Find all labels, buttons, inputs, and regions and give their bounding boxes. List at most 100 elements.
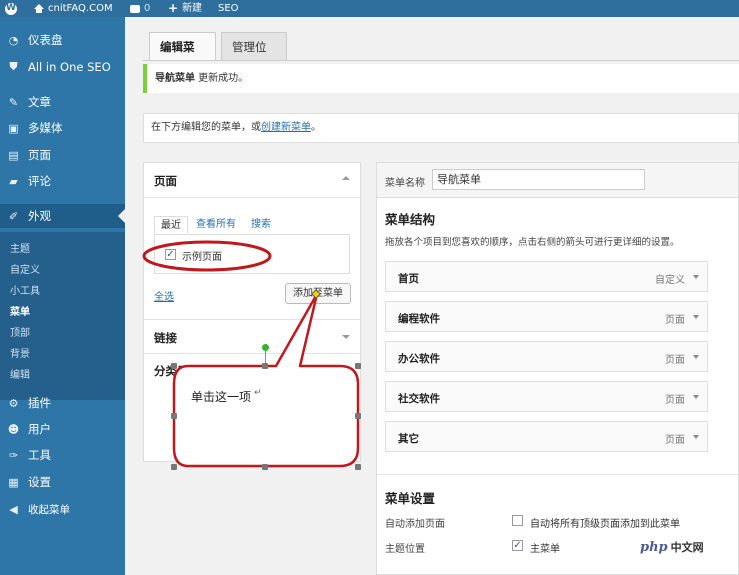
menu-name-input[interactable]: 导航菜单: [432, 169, 645, 190]
sidebar-item-appearance[interactable]: ✐ 外观: [0, 204, 125, 228]
expand-arrow-icon[interactable]: [693, 315, 699, 319]
sidebar-item-dashboard[interactable]: ◔ 仪表盘: [0, 28, 125, 52]
highlight-ellipse: [142, 240, 272, 272]
sidebar-item-collapse[interactable]: ◀ 收起菜单: [0, 497, 125, 521]
menu-item[interactable]: 社交软件 页面: [385, 381, 708, 412]
pages-section-title[interactable]: 页面: [154, 173, 177, 189]
menu-item[interactable]: 其它 页面: [385, 421, 708, 452]
auto-add-label: 自动添加页面: [385, 519, 445, 530]
resize-handle[interactable]: [171, 413, 177, 419]
submenu-item-background[interactable]: 背景: [10, 345, 30, 360]
menu-item-type: 页面: [665, 315, 685, 326]
menu-item[interactable]: 办公软件 页面: [385, 341, 708, 372]
admin-bar: W cnitFAQ.COM 0 + 新建 SEO: [0, 0, 739, 17]
menu-item-type: 页面: [665, 435, 685, 446]
plugin-icon: ⚙: [8, 396, 19, 410]
menu-structure-hint: 拖放各个项目到您喜欢的顺序，点击右侧的箭头可进行更详细的设置。: [385, 237, 680, 248]
tab-search[interactable]: 搜索: [251, 216, 271, 234]
menu-structure-title: 菜单结构: [385, 212, 436, 227]
php-logo: php: [640, 539, 668, 555]
wordpress-icon: W: [5, 2, 17, 15]
submenu-item-header[interactable]: 顶部: [10, 324, 30, 339]
resize-handle[interactable]: [355, 464, 361, 470]
expand-arrow-icon[interactable]: [693, 435, 699, 439]
menu-item-title: 编程软件: [398, 313, 440, 325]
media-icon: ▣: [8, 121, 19, 135]
expand-arrow-icon[interactable]: [693, 275, 699, 279]
tab-divider: [143, 60, 739, 61]
notice-strong: 导航菜单: [155, 73, 195, 84]
plus-icon: +: [168, 1, 179, 15]
sidebar-item-comments[interactable]: ▰ 评论: [0, 169, 125, 193]
submenu-item-themes[interactable]: 主题: [10, 240, 30, 255]
admin-sidebar: ◔ 仪表盘 ⛊ All in One SEO ✎ 文章 ▣ 多媒体 ▤ 页面 ▰…: [0, 17, 125, 575]
new-content-link[interactable]: + 新建: [168, 0, 202, 17]
menu-item[interactable]: 首页 自定义: [385, 261, 708, 292]
settings-icon: ▦: [8, 475, 19, 489]
resize-handle[interactable]: [355, 413, 361, 419]
submenu-item-customize[interactable]: 自定义: [10, 261, 40, 276]
sidebar-item-all-in-one-seo[interactable]: ⛊ All in One SEO: [0, 55, 125, 79]
expand-arrow-icon[interactable]: [693, 395, 699, 399]
submenu-item-menus[interactable]: 菜单: [10, 303, 30, 318]
menu-item-type: 自定义: [655, 275, 685, 286]
success-notice: 导航菜单 更新成功。: [143, 64, 739, 93]
tab-manage-locations[interactable]: 管理位置: [221, 32, 287, 82]
primary-menu-checkbox[interactable]: ✓: [512, 540, 523, 551]
appearance-icon: ✐: [8, 209, 19, 223]
sidebar-item-media[interactable]: ▣ 多媒体: [0, 116, 125, 140]
tab-view-all[interactable]: 查看所有: [196, 216, 236, 234]
collapse-arrow-icon[interactable]: [342, 176, 350, 180]
page-icon: ▤: [8, 148, 19, 162]
menu-item-title: 其它: [398, 433, 419, 445]
return-mark-icon: ↵: [254, 388, 262, 398]
resize-handle[interactable]: [262, 363, 268, 369]
sidebar-item-posts[interactable]: ✎ 文章: [0, 90, 125, 114]
notice-text: 更新成功。: [195, 73, 249, 84]
divider: [377, 474, 738, 475]
menu-item-title: 办公软件: [398, 353, 440, 365]
divider: [144, 197, 360, 198]
comment-icon: ▰: [9, 174, 18, 188]
comments-link[interactable]: 0: [130, 0, 150, 17]
appearance-submenu: 主题 自定义 小工具 菜单 顶部 背景 编辑: [0, 232, 125, 400]
menu-item-title: 社交软件: [398, 393, 440, 405]
callout-text: 单击这一项: [191, 390, 252, 404]
sidebar-item-plugins[interactable]: ⚙ 插件: [0, 391, 125, 415]
seo-link[interactable]: SEO: [218, 0, 239, 17]
menu-item-type: 页面: [665, 395, 685, 406]
user-icon: ☻: [7, 422, 20, 436]
dashboard-icon: ◔: [8, 33, 19, 47]
menu-item-type: 页面: [665, 355, 685, 366]
site-name-link[interactable]: cnitFAQ.COM: [34, 0, 113, 17]
php-cn-watermark: php 中文网: [640, 535, 736, 559]
resize-handle[interactable]: [171, 363, 177, 369]
menu-name-bar: 菜单名称 导航菜单: [377, 163, 738, 198]
collapse-icon: ◀: [9, 502, 18, 516]
auto-add-checkbox[interactable]: [512, 515, 523, 526]
resize-handle[interactable]: [171, 464, 177, 470]
submenu-item-widgets[interactable]: 小工具: [10, 282, 40, 297]
comment-bubble-icon: [130, 4, 140, 13]
sidebar-item-settings[interactable]: ▦ 设置: [0, 470, 125, 494]
expand-arrow-icon[interactable]: [693, 355, 699, 359]
sidebar-item-users[interactable]: ☻ 用户: [0, 417, 125, 441]
resize-handle[interactable]: [355, 363, 361, 369]
tab-edit-menus[interactable]: 编辑菜单: [149, 32, 216, 82]
wordpress-logo[interactable]: W: [5, 0, 17, 17]
menu-item[interactable]: 编程软件 页面: [385, 301, 708, 332]
manage-suffix: 。: [311, 122, 321, 133]
resize-handle[interactable]: [262, 464, 268, 470]
menu-settings-title: 菜单设置: [385, 491, 436, 506]
menu-name-label: 菜单名称: [385, 178, 425, 189]
theme-location-label: 主题位置: [385, 544, 425, 555]
auto-add-option[interactable]: 自动将所有顶级页面添加到此菜单: [530, 515, 680, 530]
sidebar-item-tools[interactable]: ✑ 工具: [0, 443, 125, 467]
tab-recent[interactable]: 最近: [154, 216, 188, 234]
wrench-icon: ✑: [8, 448, 19, 462]
create-new-menu-link[interactable]: 创建新菜单: [261, 122, 311, 133]
sidebar-item-pages[interactable]: ▤ 页面: [0, 143, 125, 167]
primary-menu-option[interactable]: 主菜单: [530, 540, 560, 555]
manage-menus-box: 在下方编辑您的菜单，或创建新菜单。: [143, 113, 739, 143]
submenu-item-editor[interactable]: 编辑: [10, 366, 30, 381]
